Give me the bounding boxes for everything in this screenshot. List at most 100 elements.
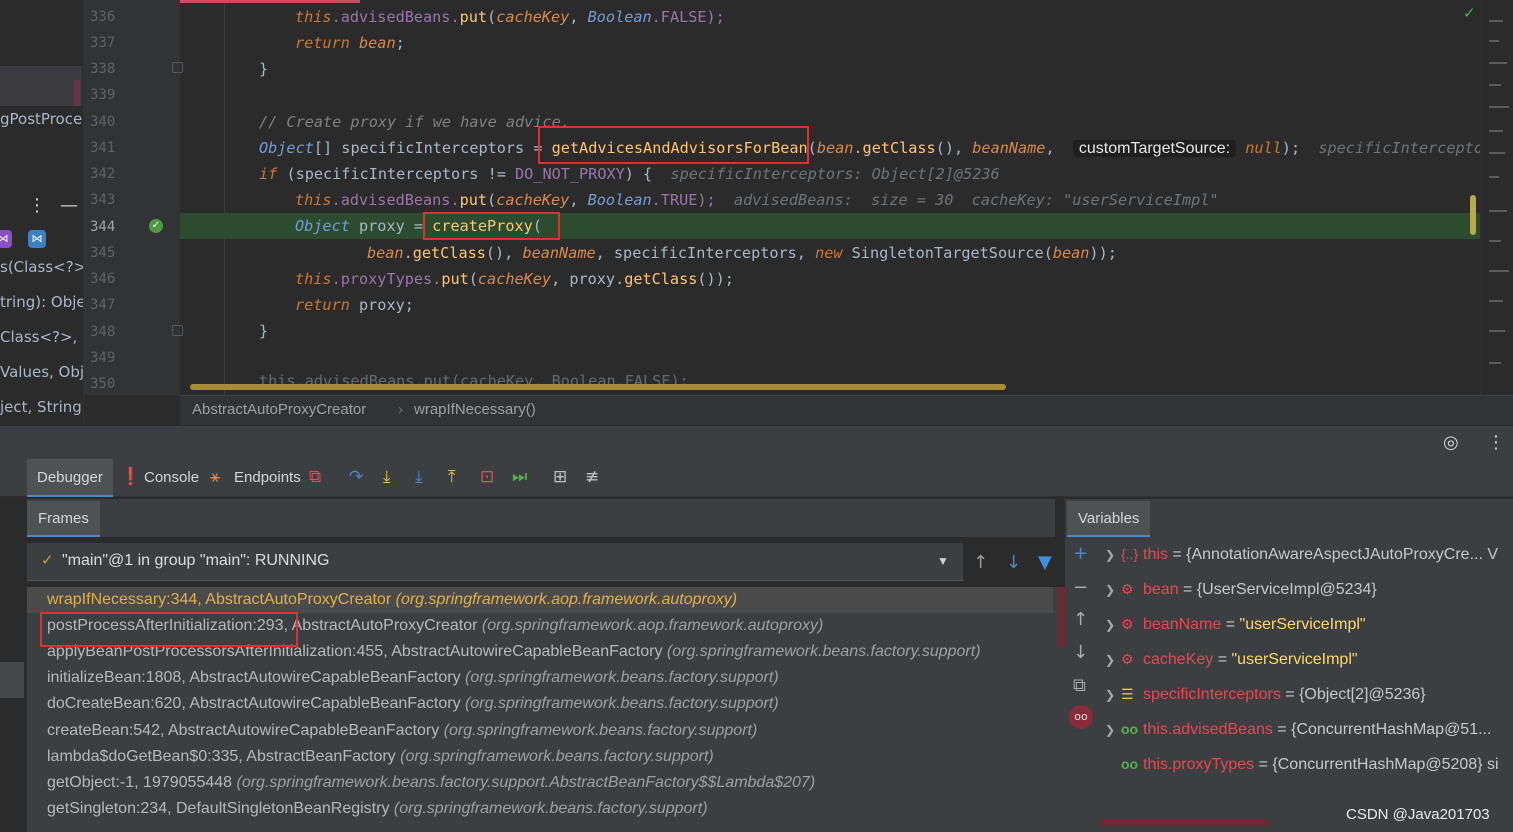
line-number: 341 <box>90 140 116 156</box>
inspection-ok-icon[interactable]: ✓ <box>1463 4 1476 22</box>
parameter-hint-chip: customTargetSource: <box>1072 140 1237 157</box>
structure-item[interactable]: Values, Obje <box>0 363 83 381</box>
variable-row[interactable]: oo this.proxyTypes = {ConcurrentHashMap@5… <box>1097 747 1499 782</box>
add-watch-icon[interactable]: + <box>1073 543 1088 564</box>
arrow-up-icon[interactable]: ↑ <box>973 552 988 573</box>
tab-console[interactable]: Console <box>134 459 209 497</box>
watch-icon: oo <box>1121 721 1139 737</box>
line-number: 336 <box>90 9 116 25</box>
line-number: 345 <box>90 245 116 261</box>
variable-row[interactable]: ❯ ☰ specificInterceptors = {Object[2]@5236… <box>1097 677 1426 712</box>
structure-item[interactable]: tring): Obje <box>0 293 83 311</box>
breadcrumb-separator: › <box>398 401 403 418</box>
variable-row[interactable]: ❯ {..} this = {AnnotationAwareAspectJAutoP… <box>1097 537 1498 572</box>
debug-toolbar: Debugger ❗ Console ⚹ Endpoints ⧉ ↷ ⤓ ⤓ ⤒… <box>0 459 1513 497</box>
variables-scrollbar[interactable] <box>1100 820 1270 826</box>
variable-row[interactable]: ❯ oo this.advisedBeans = {ConcurrentHashMa… <box>1097 712 1491 747</box>
frame-row[interactable]: initializeBean:1808, AbstractAutowireCap… <box>27 665 1053 691</box>
code-line-343: this.advisedBeans.put(cacheKey, Boolean.… <box>295 191 1219 209</box>
trace-stream-icon[interactable]: ≢ <box>585 467 599 487</box>
frames-list: wrapIfNecessary:344, AbstractAutoProxyCr… <box>27 587 1065 832</box>
thread-selector[interactable]: ✓ "main"@1 in group "main": RUNNING ▼ <box>27 543 963 581</box>
variable-row[interactable]: ❯ ⚙ cacheKey = "userServiceImpl" <box>1097 642 1358 677</box>
structure-item[interactable]: gPostProces <box>0 110 83 128</box>
highlight-box-createProxy <box>423 212 560 240</box>
target-icon[interactable]: ◎ <box>1443 432 1459 453</box>
structure-item[interactable]: s(Class<?>, <box>0 258 83 276</box>
line-number: 338 <box>90 61 116 77</box>
frame-row[interactable]: doCreateBean:620, AbstractAutowireCapabl… <box>27 691 1053 717</box>
code-line-350: this.advisedBeans.put(cacheKey, Boolean.… <box>259 372 689 390</box>
thread-running-icon: ✓ <box>41 552 54 569</box>
sidebar-selected-item[interactable] <box>0 662 24 698</box>
force-step-into-icon[interactable]: ⤓ <box>415 467 423 487</box>
code-line-342: if (specificInterceptors != DO_NOT_PROXY… <box>259 165 1000 183</box>
evaluate-expression-icon[interactable]: ⊞ <box>553 467 567 487</box>
error-marker <box>74 80 80 106</box>
line-number: 343 <box>90 192 116 208</box>
line-number: 346 <box>90 271 116 287</box>
move-up-icon[interactable]: ↑ <box>1073 609 1088 630</box>
thread-label: "main"@1 in group "main": RUNNING <box>62 552 330 569</box>
structure-icon[interactable]: ⋈ <box>28 230 46 248</box>
step-out-icon[interactable]: ⤒ <box>448 467 456 487</box>
more-options-icon[interactable]: ⋮ <box>28 195 46 216</box>
tab-variables[interactable]: Variables <box>1067 501 1151 537</box>
frame-row[interactable]: getObject:-1, 1979055448 (org.springfram… <box>27 770 1053 796</box>
run-to-cursor-icon[interactable]: ⏭ <box>512 467 527 487</box>
minimize-icon[interactable]: — <box>60 195 78 216</box>
parameter-icon: ⚙ <box>1121 651 1134 667</box>
more-options-icon[interactable]: ⋮ <box>1487 432 1505 453</box>
structure-item[interactable]: Class<?>, St <box>0 328 83 346</box>
code-minimap[interactable] <box>1480 0 1513 395</box>
selected-structure-item[interactable] <box>0 66 82 106</box>
code-line-346: this.proxyTypes.put(cacheKey, proxy.getC… <box>295 270 734 288</box>
filter-icon[interactable]: ▼ <box>1038 552 1052 573</box>
breadcrumb-class[interactable]: AbstractAutoProxyCreator <box>192 401 366 418</box>
endpoints-icon: ⚹ <box>210 467 221 487</box>
code-line-347: return proxy; <box>295 296 414 314</box>
frame-row[interactable]: createBean:542, AbstractAutowireCapableB… <box>27 718 1053 744</box>
variable-row[interactable]: ❯ ⚙ beanName = "userServiceImpl" <box>1097 607 1366 642</box>
array-icon: ☰ <box>1121 686 1134 702</box>
watch-icon: oo <box>1121 756 1139 772</box>
code-line-337: return bean; <box>295 34 405 52</box>
code-line-344-current: Object proxy = createProxy( <box>180 213 1480 239</box>
code-line-341: Object[] specificInterceptors = getAdvic… <box>259 139 1480 157</box>
code-line-338: } <box>259 60 269 78</box>
frame-row[interactable]: getSingleton:234, DefaultSingletonBeanRe… <box>27 796 1053 822</box>
tab-debugger[interactable]: Debugger <box>27 459 113 497</box>
debug-icon[interactable]: ⋈ <box>0 230 12 248</box>
drop-frame-icon[interactable]: ⊡ <box>480 467 494 487</box>
copy-icon[interactable]: ⧉ <box>1073 675 1086 696</box>
horizontal-scrollbar[interactable] <box>190 384 1006 390</box>
frames-scrollbar[interactable] <box>1057 587 1065 647</box>
frame-row[interactable]: wrapIfNecessary:344, AbstractAutoProxyCr… <box>27 587 1053 613</box>
tab-endpoints[interactable]: Endpoints <box>224 459 311 497</box>
variables-tree: ❯ {..} this = {AnnotationAwareAspectJAutoP… <box>1097 537 1513 832</box>
arrow-down-icon[interactable]: ↓ <box>1006 552 1021 573</box>
chevron-down-icon[interactable]: ▼ <box>937 554 949 568</box>
code-line-340: // Create proxy if we have advice. <box>259 113 570 131</box>
move-down-icon[interactable]: ↓ <box>1073 642 1088 663</box>
structure-item[interactable]: ject, String <box>0 398 82 416</box>
highlight-box-getAdvices <box>538 126 809 164</box>
code-editor[interactable]: this.advisedBeans.put(cacheKey, Boolean.… <box>180 0 1480 395</box>
line-number: 348 <box>90 324 116 340</box>
remove-watch-icon[interactable]: − <box>1073 577 1088 598</box>
breakpoint-check-icon[interactable]: ✓ <box>149 219 163 233</box>
tab-frames[interactable]: Frames <box>27 501 100 537</box>
breadcrumb-method[interactable]: wrapIfNecessary() <box>414 401 536 418</box>
line-number-gutter: 336 337 338 339 340 341 342 343 344 345 … <box>84 0 183 395</box>
variable-row[interactable]: ❯ ⚙ bean = {UserServiceImpl@5234} <box>1097 572 1377 607</box>
restore-layout-icon[interactable]: ⧉ <box>309 467 321 487</box>
project-panel: gPostProces ⋮ — ⋈ ⋈ s(Class<?>, tring): … <box>0 0 84 458</box>
code-line-345: bean.getClass(), beanName, specificInter… <box>367 244 1117 262</box>
show-watches-icon[interactable]: oo <box>1069 705 1093 729</box>
line-number: 347 <box>90 297 116 313</box>
frame-row[interactable]: lambda$doGetBean$0:335, AbstractBeanFact… <box>27 744 1053 770</box>
step-over-icon[interactable]: ↷ <box>349 467 363 487</box>
line-number: 340 <box>90 114 116 130</box>
step-into-icon[interactable]: ⤓ <box>383 467 391 487</box>
vertical-scroll-thumb[interactable] <box>1470 195 1476 235</box>
